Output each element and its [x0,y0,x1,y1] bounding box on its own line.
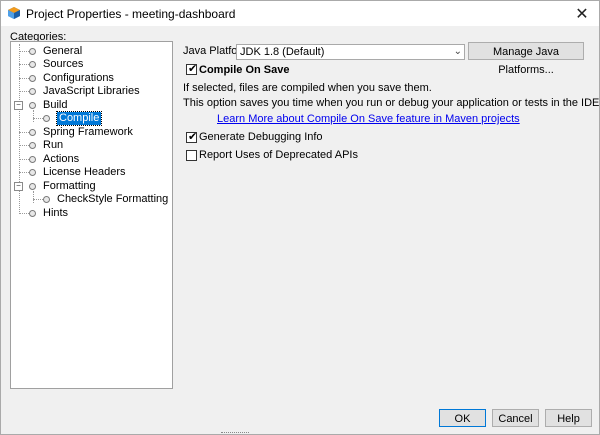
tree-item-label: Sources [43,58,84,70]
generate-debugging-info-checkbox[interactable]: ✔ [186,131,198,143]
report-deprecated-apis-label: Report Uses of Deprecated APIs [199,149,358,161]
tree-connector [33,110,34,122]
window-title: Project Properties - meeting-dashboard [26,7,236,21]
tree-node-icon [29,88,36,95]
title-bar: Project Properties - meeting-dashboard ✕ [1,1,599,26]
tree-item-label: Hints [43,207,69,219]
learn-more-link[interactable]: Learn More about Compile On Save feature… [217,113,520,125]
compile-on-save-benefit: This option saves you time when you run … [183,97,600,109]
project-properties-dialog: Project Properties - meeting-dashboard ✕… [0,0,600,435]
categories-tree[interactable]: General Sources Configurations JavaScrip… [10,41,173,389]
tree-node-icon [29,129,36,136]
tree-node-icon [29,102,36,109]
tree-node-icon [29,156,36,163]
checkmark-icon: ✔ [188,63,198,75]
tree-node-icon [29,75,36,82]
cancel-button[interactable]: Cancel [492,409,539,427]
tree-item-label: Build [43,99,68,111]
compile-on-save-description: If selected, files are compiled when you… [183,82,432,94]
collapse-toggle-icon[interactable]: − [14,182,23,191]
tree-node-icon [43,196,50,203]
tree-item-label: Spring Framework [43,126,133,138]
tree-item-label: Configurations [43,72,114,84]
tree-item-label: JavaScript Libraries [43,85,140,97]
tree-node-icon [29,169,36,176]
tree-connector [33,191,34,203]
java-platform-select[interactable]: JDK 1.8 (Default) ⌄ [236,44,465,60]
report-deprecated-apis-checkbox[interactable] [186,150,197,161]
compile-on-save-label: Compile On Save [199,64,290,76]
netbeans-cube-icon [8,7,20,19]
ok-button[interactable]: OK [439,409,486,427]
java-platform-value: JDK 1.8 (Default) [240,46,325,58]
tree-item-label: License Headers [43,166,126,178]
tree-item-label: Compile [55,111,103,126]
tree-node-icon [29,48,36,55]
tree-node-icon [29,61,36,68]
tree-item-label: General [43,45,83,57]
tree-node-icon [43,115,50,122]
collapse-toggle-icon[interactable]: − [14,101,23,110]
tree-node-icon [29,142,36,149]
manage-java-platforms-button[interactable]: Manage Java Platforms... [468,42,584,76]
close-icon: ✕ [575,5,589,23]
close-button[interactable]: ✕ [565,1,599,26]
help-button[interactable]: Help [545,409,592,427]
chevron-down-icon: ⌄ [453,46,462,57]
tree-item-label: Formatting [43,180,96,192]
generate-debugging-info-label: Generate Debugging Info [199,131,323,143]
tree-item-label: Actions [43,153,80,165]
tree-node-icon [29,210,36,217]
tree-node-icon [29,183,36,190]
tree-item-label: CheckStyle Formatting [57,193,169,205]
checkmark-icon: ✔ [188,131,198,143]
compile-on-save-checkbox[interactable]: ✔ [186,63,198,75]
tree-item-label: Run [43,139,64,151]
